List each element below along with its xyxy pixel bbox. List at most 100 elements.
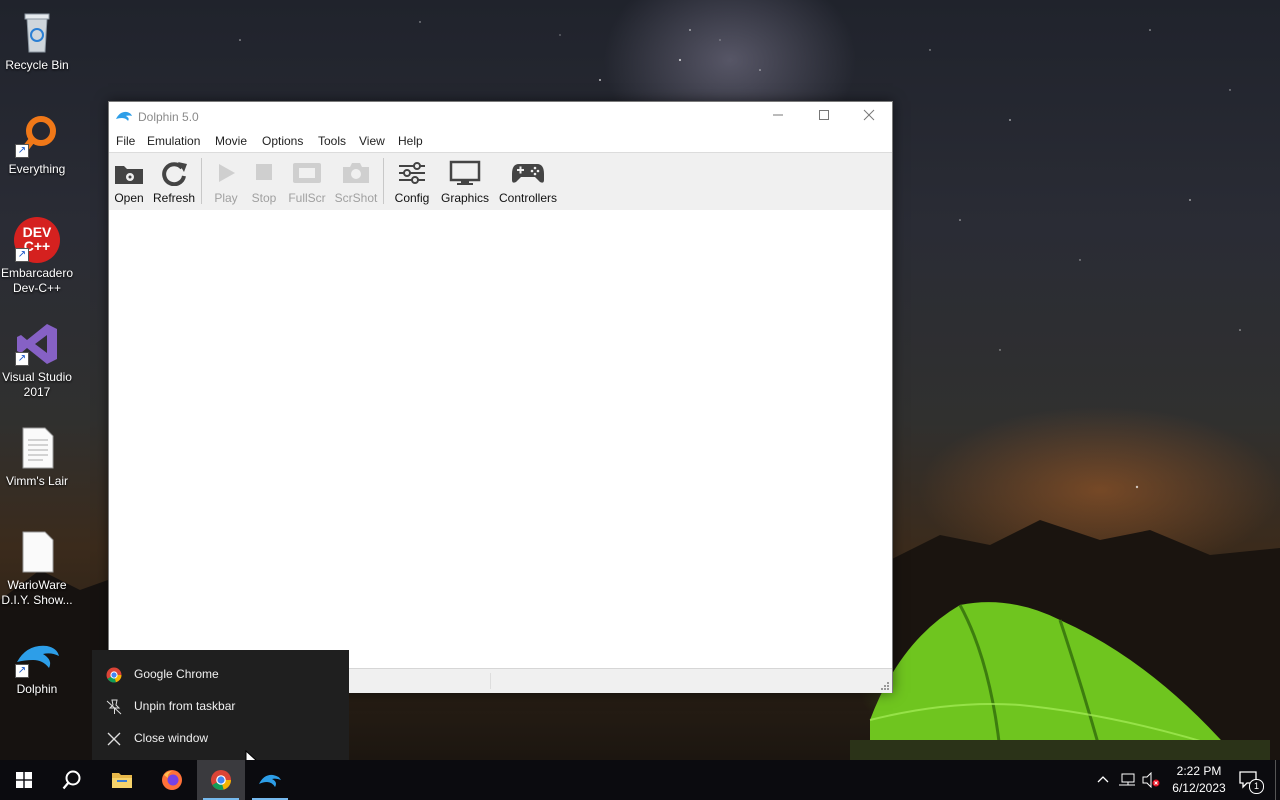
desktop-icon-label: Dolphin xyxy=(16,682,58,696)
desktop-icon-vimms-lair[interactable]: Vimm's Lair xyxy=(0,424,74,489)
desktop-icon-devcpp[interactable]: DEV C++ ↗ Embarcadero Dev-C++ xyxy=(0,216,74,296)
start-icon xyxy=(16,772,32,788)
visual-studio-icon: ↗ xyxy=(13,320,61,368)
taskbar-firefox[interactable] xyxy=(148,760,196,800)
notification-count-badge: 1 xyxy=(1249,779,1264,794)
shortcut-arrow-icon: ↗ xyxy=(15,144,29,158)
minimize-button[interactable] xyxy=(755,102,801,131)
play-button[interactable]: Play xyxy=(209,153,243,210)
shortcut-arrow-icon: ↗ xyxy=(15,352,29,366)
toolbar-label: Config xyxy=(394,191,430,205)
menu-view[interactable]: View xyxy=(359,134,385,148)
start-button[interactable] xyxy=(0,760,48,800)
jumplist-label: Unpin from taskbar xyxy=(134,699,236,713)
close-window-button[interactable] xyxy=(846,102,892,131)
taskbar: 2:22 PM 6/12/2023 1 xyxy=(0,760,1280,800)
toolbar-label: Controllers xyxy=(498,191,558,205)
chrome-icon xyxy=(211,770,231,790)
close-icon xyxy=(106,731,122,747)
play-icon xyxy=(215,160,237,189)
open-button[interactable]: Open xyxy=(111,153,147,210)
window-title: Dolphin 5.0 xyxy=(138,110,199,124)
menu-file[interactable]: File xyxy=(116,134,135,148)
clock-time: 2:22 PM xyxy=(1176,764,1222,778)
search-icon xyxy=(62,770,81,790)
menu-movie[interactable]: Movie xyxy=(215,134,247,148)
desktop-icon-dolphin[interactable]: ↗ Dolphin xyxy=(0,632,74,697)
menu-help[interactable]: Help xyxy=(398,134,423,148)
everything-search-icon: ↗ xyxy=(13,112,61,160)
sliders-icon xyxy=(397,160,427,189)
chevron-up-icon xyxy=(1097,776,1109,783)
resize-grip-icon[interactable] xyxy=(880,681,890,691)
toolbar-label: Refresh xyxy=(152,191,196,205)
jumplist-item-google-chrome[interactable]: Google Chrome xyxy=(92,658,349,690)
jumplist-label: Google Chrome xyxy=(134,667,219,681)
toolbar-label: Play xyxy=(214,191,238,205)
folder-open-icon xyxy=(113,160,145,189)
search-button[interactable] xyxy=(48,760,96,800)
dolphin-icon: ↗ xyxy=(13,632,61,680)
file-explorer-icon xyxy=(112,773,132,788)
clock-date: 6/12/2023 xyxy=(1172,781,1226,795)
toolbar-label: Stop xyxy=(251,191,277,205)
desktop-icon-recycle-bin[interactable]: Recycle Bin xyxy=(0,8,74,73)
toolbar-label: ScrShot xyxy=(334,191,378,205)
show-hidden-icons-button[interactable] xyxy=(1094,760,1112,800)
desktop-icon-label: Everything xyxy=(8,162,66,176)
taskbar-jump-list: Google Chrome Unpin from taskbar Close w… xyxy=(92,650,349,760)
system-clock[interactable]: 2:22 PM 6/12/2023 xyxy=(1158,763,1240,797)
taskbar-dolphin[interactable] xyxy=(246,760,294,800)
controllers-button[interactable]: Controllers xyxy=(496,153,560,210)
desktop-icon-visual-studio[interactable]: ↗ Visual Studio 2017 xyxy=(0,320,74,400)
menu-tools[interactable]: Tools xyxy=(318,134,346,148)
desktop-icon-label: WarioWare D.I.Y. Show... xyxy=(1,578,73,607)
desktop-icon-warioware[interactable]: WarioWare D.I.Y. Show... xyxy=(0,528,74,608)
blank-file-icon xyxy=(13,528,61,576)
close-icon xyxy=(863,109,875,121)
jumplist-item-close-window[interactable]: Close window xyxy=(92,722,349,754)
monitor-icon xyxy=(449,160,481,189)
game-list[interactable] xyxy=(109,210,892,668)
toolbar-label: Open xyxy=(114,191,144,205)
toolbar-label: FullScr xyxy=(288,191,326,205)
taskbar-file-explorer[interactable] xyxy=(98,760,146,800)
refresh-button[interactable]: Refresh xyxy=(151,153,197,210)
show-desktop-button[interactable] xyxy=(1275,760,1276,800)
graphics-button[interactable]: Graphics xyxy=(438,153,492,210)
recycle-bin-icon xyxy=(13,8,61,56)
action-center-button[interactable]: 1 xyxy=(1234,760,1264,800)
desktop-icon-label: Embarcadero Dev-C++ xyxy=(0,266,74,295)
desktop-icon-label: Vimm's Lair xyxy=(5,474,69,488)
stop-button[interactable]: Stop xyxy=(247,153,281,210)
toolbar: Open Refresh Play Stop FullScr ScrShot C… xyxy=(109,152,892,211)
devcpp-icon-text: DEV xyxy=(22,224,52,240)
fullscreen-icon xyxy=(292,160,322,189)
toolbar-separator xyxy=(383,158,384,204)
dolphin-window[interactable]: Dolphin 5.0 File Emulation Movie Options… xyxy=(108,101,893,693)
menu-options[interactable]: Options xyxy=(262,134,303,148)
fullscreen-button[interactable]: FullScr xyxy=(286,153,328,210)
gamepad-icon xyxy=(511,160,545,189)
menu-bar: File Emulation Movie Options Tools View … xyxy=(109,131,892,153)
config-button[interactable]: Config xyxy=(392,153,432,210)
screenshot-button[interactable]: ScrShot xyxy=(333,153,379,210)
dolphin-icon xyxy=(259,774,281,787)
maximize-button[interactable] xyxy=(801,102,847,131)
firefox-icon xyxy=(162,770,182,790)
shortcut-arrow-icon: ↗ xyxy=(15,664,29,678)
shortcut-arrow-icon: ↗ xyxy=(15,248,29,262)
menu-emulation[interactable]: Emulation xyxy=(147,134,200,148)
taskbar-chrome[interactable] xyxy=(197,760,245,800)
desktop-icon-everything[interactable]: ↗ Everything xyxy=(0,112,74,177)
minimize-icon xyxy=(773,114,783,116)
toolbar-separator xyxy=(201,158,202,204)
maximize-icon xyxy=(819,110,829,120)
network-status-button[interactable] xyxy=(1116,760,1138,800)
unpin-icon xyxy=(106,699,122,715)
jumplist-item-unpin[interactable]: Unpin from taskbar xyxy=(92,690,349,722)
title-bar[interactable]: Dolphin 5.0 xyxy=(109,102,892,131)
stop-icon xyxy=(253,160,275,189)
dolphin-app-icon xyxy=(115,109,133,126)
text-document-icon xyxy=(13,424,61,472)
